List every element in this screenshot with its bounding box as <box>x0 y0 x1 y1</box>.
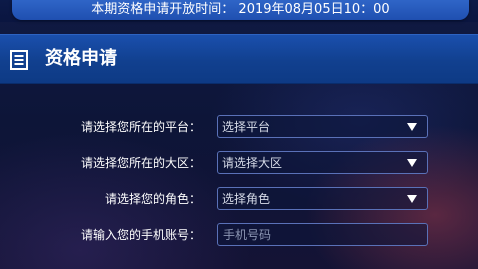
region-select-value: 请选择大区 <box>222 156 283 170</box>
dropdown-arrow-icon <box>407 195 417 203</box>
phone-field[interactable] <box>217 223 428 246</box>
region-label: 请选择您所在的大区： <box>80 156 201 170</box>
document-list-icon <box>10 50 28 70</box>
phone-label: 请输入您的手机账号： <box>80 228 201 242</box>
section-header: 资格申请 <box>0 34 478 84</box>
platform-select-value: 选择平台 <box>222 120 271 134</box>
role-label: 请选择您的角色： <box>104 192 201 206</box>
phone-input[interactable] <box>218 224 427 245</box>
dropdown-arrow-icon <box>407 123 417 131</box>
open-time-banner: 本期资格申请开放时间： 2019年08月05日10：00 <box>12 0 469 20</box>
region-row: 请选择您所在的大区： 请选择大区 <box>0 151 478 175</box>
open-time-text: 本期资格申请开放时间： 2019年08月05日10：00 <box>91 2 390 17</box>
dropdown-arrow-icon <box>407 159 417 167</box>
role-row: 请选择您的角色： 选择角色 <box>0 187 478 211</box>
platform-row: 请选择您所在的平台： 选择平台 <box>0 115 478 139</box>
platform-label: 请选择您所在的平台： <box>80 120 201 134</box>
platform-select[interactable]: 选择平台 <box>217 115 428 138</box>
phone-row: 请输入您的手机账号： <box>0 223 478 247</box>
role-select[interactable]: 选择角色 <box>217 187 428 210</box>
region-select[interactable]: 请选择大区 <box>217 151 428 174</box>
role-select-value: 选择角色 <box>222 192 271 206</box>
section-title: 资格申请 <box>45 48 117 69</box>
top-bar: 本期资格申请开放时间： 2019年08月05日10：00 <box>0 0 478 22</box>
